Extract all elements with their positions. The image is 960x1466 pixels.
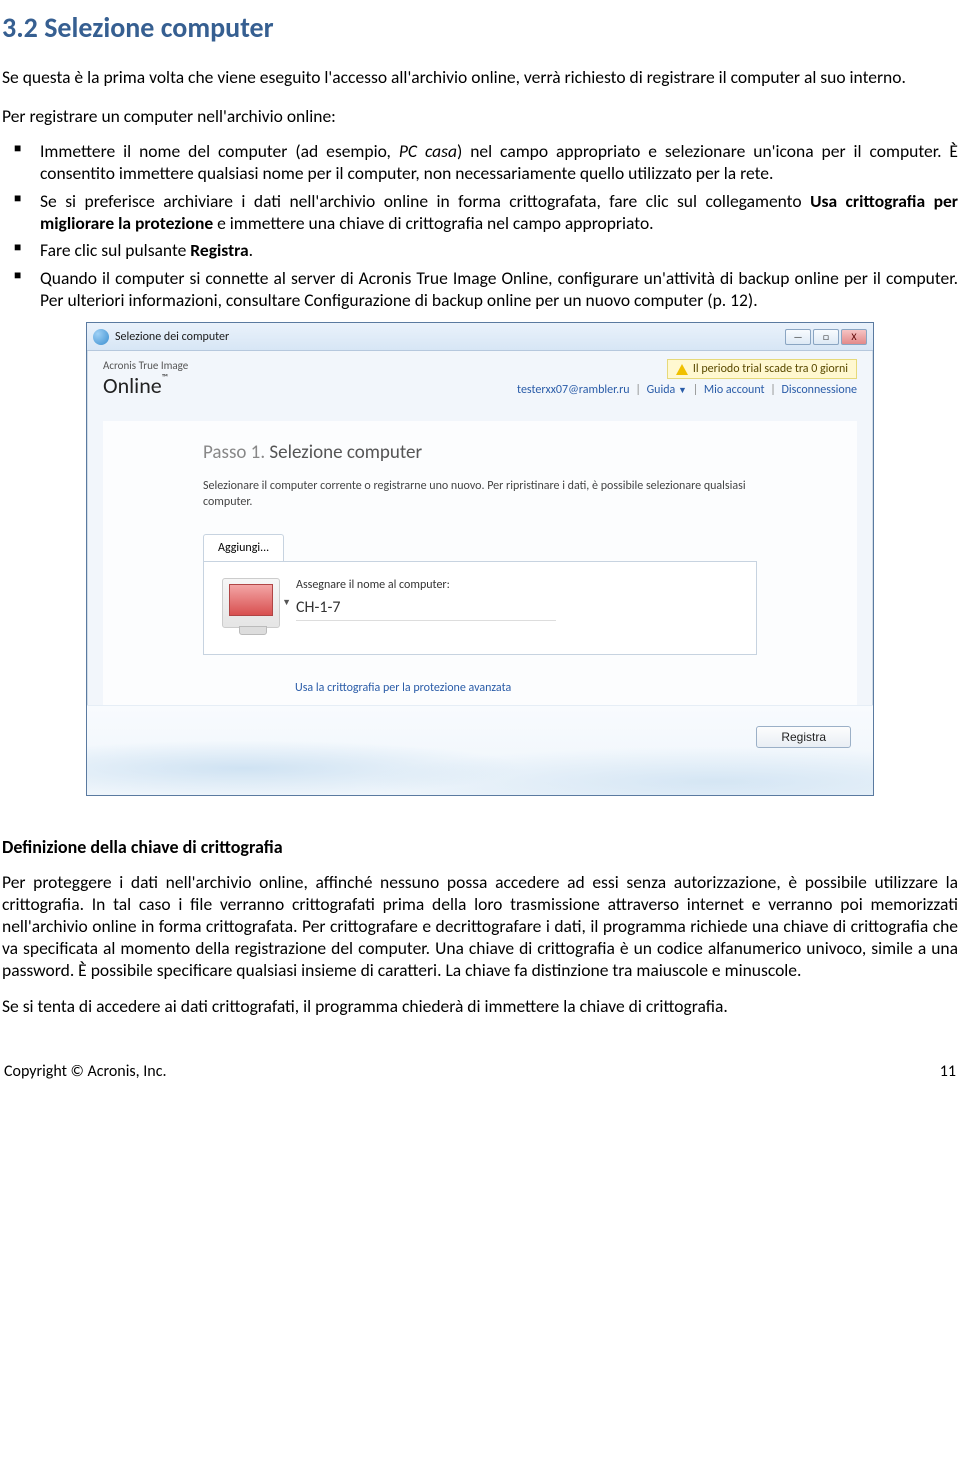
tab-add[interactable]: Aggiungi... [203,534,284,561]
list-item: Immettere il nome del computer (ad esemp… [40,141,958,185]
minimize-button[interactable]: — [785,329,811,345]
intro-paragraph: Se questa è la prima volta che viene ese… [2,67,958,89]
window-title: Selezione dei computer [115,330,785,344]
chevron-down-icon: ▼ [678,385,687,396]
chevron-down-icon[interactable]: ▼ [282,597,291,608]
list-item: Se si preferisce archiviare i dati nell'… [40,191,958,235]
topright: Il periodo trial scade tra 0 giorni test… [517,359,857,397]
computer-name-label: Assegnare il nome al computer: [296,578,738,592]
computer-icon[interactable]: ▼ [222,578,280,628]
section-heading: 3.2 Selezione computer [2,10,958,45]
copyright: Copyright © Acronis, Inc. [4,1062,167,1081]
register-button[interactable]: Registra [756,726,851,748]
maximize-button[interactable]: □ [813,329,839,345]
tab-row: Aggiungi... [203,534,757,561]
text: e immettere una chiave di crittografia n… [213,212,653,234]
page-footer: Copyright © Acronis, Inc. 11 [2,1032,958,1095]
my-account-link[interactable]: Mio account [704,383,765,397]
trial-banner: Il periodo trial scade tra 0 giorni [667,359,857,379]
app-window: Selezione dei computer — □ X Acronis Tru… [86,322,874,796]
globe-icon [93,329,109,345]
computer-name-input[interactable]: CH-1-7 [296,596,556,621]
text: Immettere il nome del computer (ad esemp… [40,140,399,162]
list-item: Quando il computer si connette al server… [40,268,958,312]
titlebar: Selezione dei computer — □ X [87,323,873,351]
step-title: Passo 1. Selezione computer [203,441,757,464]
list-item: Fare clic sul pulsante Registra. [40,240,958,262]
footer-wave-area: Registra [87,705,873,795]
page-number: 11 [940,1062,956,1081]
disconnect-link[interactable]: Disconnessione [782,383,857,397]
bold-text: Registra [190,239,248,261]
text: Se si preferisce archiviare i dati nell'… [40,190,810,212]
italic-text: PC casa [399,140,457,162]
definition-paragraph-1: Per proteggere i dati nell'archivio onli… [2,872,958,981]
form-column: Assegnare il nome al computer: CH-1-7 [296,578,738,621]
definition-paragraph-2: Se si tenta di accedere ai dati crittogr… [2,996,958,1018]
topbar: Acronis True Image Online™ Il periodo tr… [87,351,873,403]
panel: ▼ Assegnare il nome al computer: CH-1-7 [203,561,757,655]
close-button[interactable]: X [841,329,867,345]
brand: Acronis True Image Online™ [103,359,188,399]
crypto-link[interactable]: Usa la crittografia per la protezione av… [295,681,757,695]
account-links: testerxx07@rambler.ru | Guida ▼ | Mio ac… [517,383,857,397]
text: . [249,239,253,261]
step-description: Selezionare il computer corrente o regis… [203,478,757,510]
account-email: testerxx07@rambler.ru [517,383,630,397]
step-name: Selezione computer [269,441,422,464]
window-controls: — □ X [785,329,867,345]
text: Quando il computer si connette al server… [40,267,958,311]
brand-line1: Acronis True Image [103,359,188,372]
help-link[interactable]: Guida [647,383,676,397]
step-number: Passo 1. [203,441,265,464]
text: Fare clic sul pulsante [40,239,190,261]
bullet-list: Immettere il nome del computer (ad esemp… [2,141,958,312]
warning-icon [676,364,688,375]
main-area: Passo 1. Selezione computer Selezionare … [103,421,857,705]
subhead: Per registrare un computer nell'archivio… [2,105,958,127]
brand-line2: Online™ [103,372,188,399]
trial-text: Il periodo trial scade tra 0 giorni [693,362,848,376]
definition-heading: Definizione della chiave di crittografia [2,836,958,858]
